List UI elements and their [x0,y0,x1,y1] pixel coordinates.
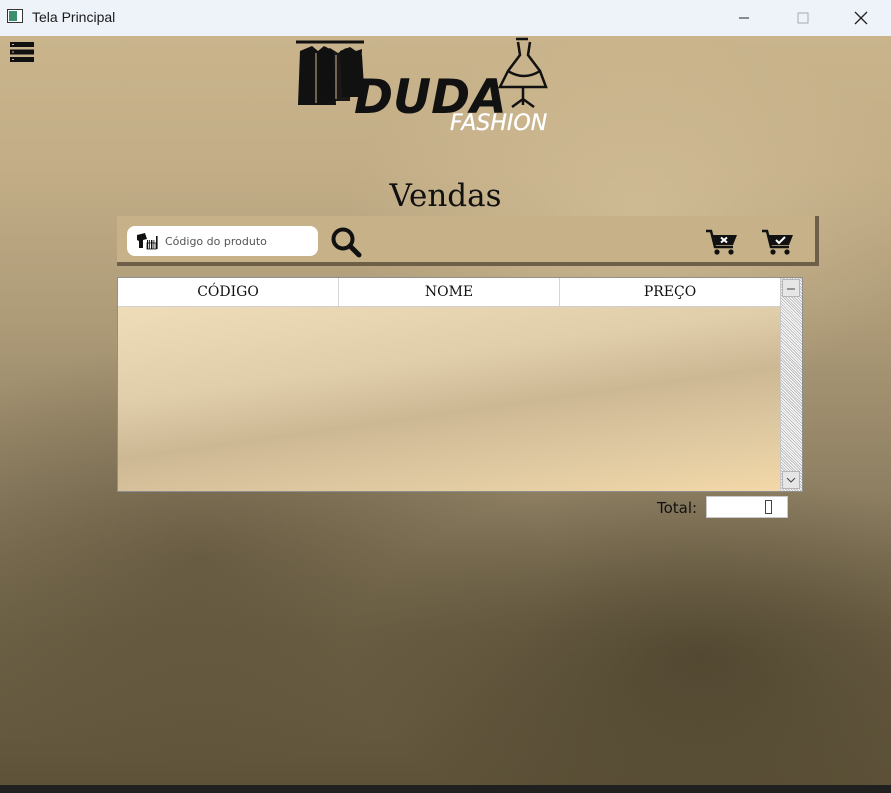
chevron-down-icon [786,477,796,483]
column-header-code[interactable]: CÓDIGO [118,278,339,306]
total-label: Total: [657,499,698,517]
product-code-input[interactable] [165,229,310,253]
hamburger-list-icon[interactable] [9,41,35,63]
barcode-scanner-icon [137,233,158,250]
sales-table: CÓDIGO NOME PREÇO [117,277,803,492]
minimize-button[interactable] [721,0,767,36]
search-icon[interactable] [330,226,362,258]
window-title: Tela Principal [32,9,116,25]
product-code-search [127,226,318,256]
close-icon [854,11,868,25]
maximize-icon [797,12,809,24]
taskbar-edge [0,785,891,793]
minus-icon [787,288,795,290]
sales-toolbar [117,216,819,266]
minimize-icon [739,17,749,19]
cart-remove-icon[interactable] [705,228,739,256]
brand-logo: DUDA FASHION [296,37,548,136]
table-header: CÓDIGO NOME PREÇO [118,278,780,307]
logo-tagline-text: FASHION [450,111,547,136]
maximize-button[interactable] [780,0,826,36]
cart-confirm-icon[interactable] [761,228,795,256]
table-body [118,307,780,491]
close-button[interactable] [838,0,884,36]
app-icon [7,9,23,23]
vertical-scrollbar[interactable] [780,278,802,491]
total-field[interactable] [706,496,788,518]
scroll-down-button[interactable] [782,471,800,489]
scroll-up-button[interactable] [782,279,800,297]
text-cursor [765,500,772,514]
window-titlebar: Tela Principal [0,0,891,37]
main-content: DUDA FASHION Vendas Código do produto CÓ… [0,36,891,785]
column-header-name[interactable]: NOME [339,278,560,306]
column-header-price[interactable]: PREÇO [560,278,780,306]
page-title: Vendas [389,178,502,214]
